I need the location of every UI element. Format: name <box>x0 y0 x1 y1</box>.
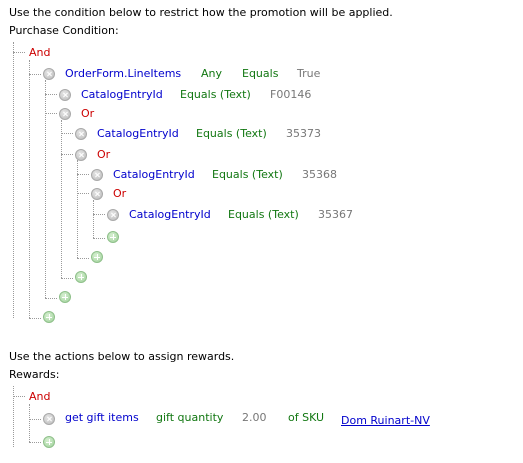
remove-icon[interactable] <box>43 413 55 425</box>
purchase-instruction: Use the condition below to restrict how … <box>9 6 393 19</box>
add-icon[interactable] <box>75 271 87 283</box>
catalog-entry-value[interactable]: 35367 <box>318 208 353 221</box>
add-icon[interactable] <box>91 251 103 263</box>
or-operator[interactable]: Or <box>113 187 126 200</box>
rewards-and-operator[interactable]: And <box>29 390 50 403</box>
remove-icon[interactable] <box>75 128 87 140</box>
remove-icon[interactable] <box>107 209 119 221</box>
reward-param[interactable]: gift quantity <box>156 411 223 424</box>
remove-icon[interactable] <box>59 108 71 120</box>
lineitems-value[interactable]: True <box>297 67 320 80</box>
add-icon[interactable] <box>43 436 55 448</box>
catalog-entry-operator[interactable]: Equals (Text) <box>212 168 283 181</box>
add-icon[interactable] <box>59 291 71 303</box>
reward-sku-link[interactable]: Dom Ruinart-NV <box>341 414 430 427</box>
catalog-entry-field[interactable]: CatalogEntryId <box>81 88 163 101</box>
catalog-entry-value[interactable]: F00146 <box>270 88 311 101</box>
remove-icon[interactable] <box>91 188 103 200</box>
lineitems-field[interactable]: OrderForm.LineItems <box>65 67 181 80</box>
purchase-condition-heading: Purchase Condition: <box>9 24 119 37</box>
add-icon[interactable] <box>107 231 119 243</box>
lineitems-quantifier[interactable]: Any <box>201 67 222 80</box>
catalog-entry-operator[interactable]: Equals (Text) <box>180 88 251 101</box>
condition-and-operator[interactable]: And <box>29 46 50 59</box>
remove-icon[interactable] <box>59 89 71 101</box>
catalog-entry-field[interactable]: CatalogEntryId <box>97 127 179 140</box>
or-operator[interactable]: Or <box>81 107 94 120</box>
remove-icon[interactable] <box>75 149 87 161</box>
catalog-entry-value[interactable]: 35368 <box>302 168 337 181</box>
catalog-entry-value[interactable]: 35373 <box>286 127 321 140</box>
reward-action[interactable]: get gift items <box>65 411 139 424</box>
remove-icon[interactable] <box>91 169 103 181</box>
rewards-heading: Rewards: <box>9 368 60 381</box>
reward-of-sku-label: of SKU <box>288 411 325 424</box>
catalog-entry-field[interactable]: CatalogEntryId <box>113 168 195 181</box>
rewards-instruction: Use the actions below to assign rewards. <box>9 350 235 363</box>
lineitems-operator[interactable]: Equals <box>242 67 278 80</box>
or-operator[interactable]: Or <box>97 148 110 161</box>
catalog-entry-field[interactable]: CatalogEntryId <box>129 208 211 221</box>
remove-icon[interactable] <box>43 68 55 80</box>
catalog-entry-operator[interactable]: Equals (Text) <box>228 208 299 221</box>
catalog-entry-operator[interactable]: Equals (Text) <box>196 127 267 140</box>
add-icon[interactable] <box>43 311 55 323</box>
reward-quantity[interactable]: 2.00 <box>242 411 267 424</box>
